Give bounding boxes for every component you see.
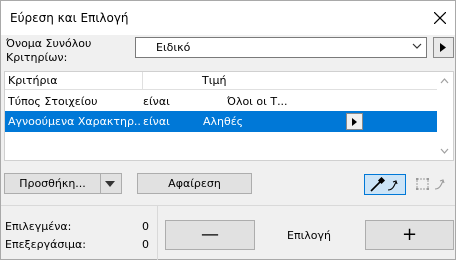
- close-button[interactable]: [429, 7, 451, 29]
- eyedropper-tool-button[interactable]: [364, 174, 406, 195]
- table-row[interactable]: Τύπος Στοιχείου είναι Όλοι οι Τ...: [5, 92, 437, 111]
- minus-icon: —: [201, 224, 219, 245]
- row-operator[interactable]: είναι: [143, 95, 203, 108]
- triangle-right-icon: [352, 118, 357, 126]
- deselect-button[interactable]: —: [165, 220, 255, 250]
- remove-criterion-button[interactable]: Αφαίρεση: [137, 173, 252, 194]
- criteria-table[interactable]: Κριτήρια Τιμή Τύπος Στοιχείου είναι Όλοι…: [4, 71, 454, 161]
- row-value-menu-button[interactable]: [346, 113, 363, 130]
- row-criterion: Αγνοούμενα Χαρακτηρ...: [8, 115, 141, 128]
- row-value[interactable]: Αληθές: [203, 115, 293, 128]
- criteria-set-value: Ειδικό: [156, 41, 191, 54]
- select-label: Επιλογή: [287, 229, 332, 242]
- editable-count-label: Επεξεργάσιμα:: [5, 238, 86, 251]
- vertical-divider: [157, 206, 158, 260]
- add-criterion-button[interactable]: Προσθήκη...: [4, 173, 122, 194]
- column-header-criteria[interactable]: Κριτήρια: [8, 74, 57, 87]
- criteria-set-dropdown[interactable]: Ειδικό: [135, 37, 427, 58]
- triangle-right-icon: [440, 43, 446, 52]
- add-to-selection-button[interactable]: +: [365, 220, 454, 250]
- arrow-down-icon[interactable]: [440, 148, 449, 154]
- eyedropper-icon: [370, 177, 398, 192]
- editable-count-value: 0: [142, 238, 149, 251]
- marquee-icon: [416, 178, 445, 190]
- row-criterion: Τύπος Στοιχείου: [8, 95, 98, 108]
- section-divider: [1, 205, 455, 206]
- row-value[interactable]: Όλοι οι Τ...: [227, 95, 317, 108]
- column-divider[interactable]: [142, 72, 143, 90]
- marquee-tool-button[interactable]: [412, 174, 454, 195]
- criteria-set-label: Όνομα Συνόλου Κριτηρίων:: [6, 37, 92, 64]
- table-header: Κριτήρια Τιμή: [5, 72, 437, 90]
- table-row-selected[interactable]: Αγνοούμενα Χαρακτηρ... είναι Αληθές: [5, 111, 437, 132]
- window-title: Εύρεση και Επιλογή: [10, 11, 129, 25]
- scrollbar[interactable]: [437, 72, 453, 160]
- row-operator[interactable]: είναι: [143, 115, 203, 128]
- arrow-up-icon[interactable]: [440, 78, 449, 84]
- find-select-dialog: Εύρεση και Επιλογή Όνομα Συνόλου Κριτηρί…: [0, 0, 456, 260]
- selected-count-label: Επιλεγμένα:: [5, 220, 72, 233]
- title-bar: Εύρεση και Επιλογή: [1, 1, 455, 35]
- plus-icon: +: [401, 224, 418, 245]
- chevron-down-icon: [412, 43, 422, 49]
- close-icon: [434, 12, 446, 24]
- add-criterion-label: Προσθήκη...: [5, 174, 101, 193]
- selected-count-value: 0: [142, 220, 149, 233]
- column-header-value[interactable]: Τιμή: [202, 74, 226, 87]
- criteria-set-menu-button[interactable]: [433, 37, 454, 58]
- chevron-down-icon[interactable]: [105, 181, 115, 187]
